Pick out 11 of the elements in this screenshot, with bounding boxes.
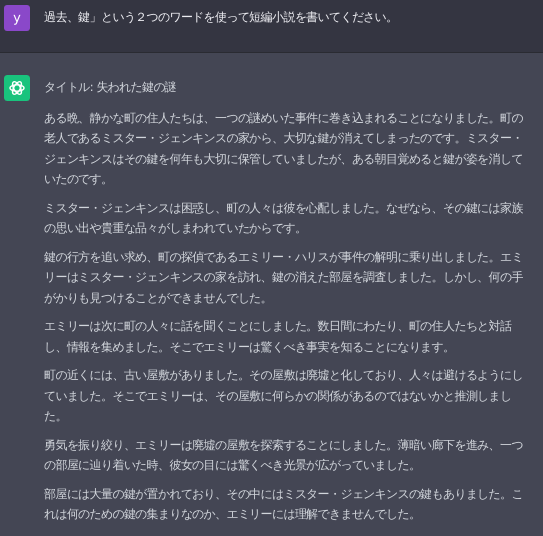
prompt-text: 過去、鍵」という２つのワードを使って短編小説を書いてください。	[44, 9, 398, 26]
response-paragraph: 町の近くには、古い屋敷がありました。その屋敷は廃墟と化しており、人々は避けるようにしていました。そこでエミリーは、その屋敷に何らかの関係があるのではないかと推測しました。	[44, 367, 524, 425]
response-paragraph: ある晩、静かな町の住人たちは、一つの謎めいた事件に巻き込まれることになりました。町の老人であるミスター・ジェンキンスの家から、大切な鍵が消えてしまったのです。ミスター・ジェンキンスはその鍵を何年も大切に保管していましたが、ある朝目覚めると鍵が姿を消していたのです。	[44, 110, 524, 188]
user-avatar: y	[4, 5, 30, 31]
assistant-logo-icon	[4, 75, 30, 101]
response-paragraph: タイトル: 失われた鍵の謎	[44, 79, 178, 96]
response-paragraph: 鍵の行方を追い求め、町の探偵であるエミリー・ハリスが事件の解明に乗り出しました。エミリーはミスター・ジェンキンスの家を訪れ、鍵の消えた部屋を調査しました。しかし、何の手がかりも見つけることができませんでした。	[44, 248, 524, 306]
response-paragraph: エミリーは次に町の人々に話を聞くことにしました。数日間にわたり、町の住人たちと対話し、情報を集めました。そこでエミリーは驚くべき事実を知ることになります。	[44, 318, 512, 356]
response-paragraph: 部屋には大量の鍵が置かれており、その中にはミスター・ジェンキンスの鍵もありました。これは何のための鍵の集まりなのか、エミリーには理解できませんでした。	[44, 486, 524, 523]
response-paragraph: ミスター・ジェンキンスは困惑し、町の人々は彼を心配しました。なぜなら、その鍵には家族の思い出や貴重な品々がしまわれていたからです。	[44, 200, 524, 237]
response-paragraph: 勇気を振り絞り、エミリーは廃墟の屋敷を探索することにしました。薄暗い廊下を進み、一つの部屋に辿り着いた時、彼女の目には驚くべき光景が広がっていました。	[44, 436, 524, 474]
